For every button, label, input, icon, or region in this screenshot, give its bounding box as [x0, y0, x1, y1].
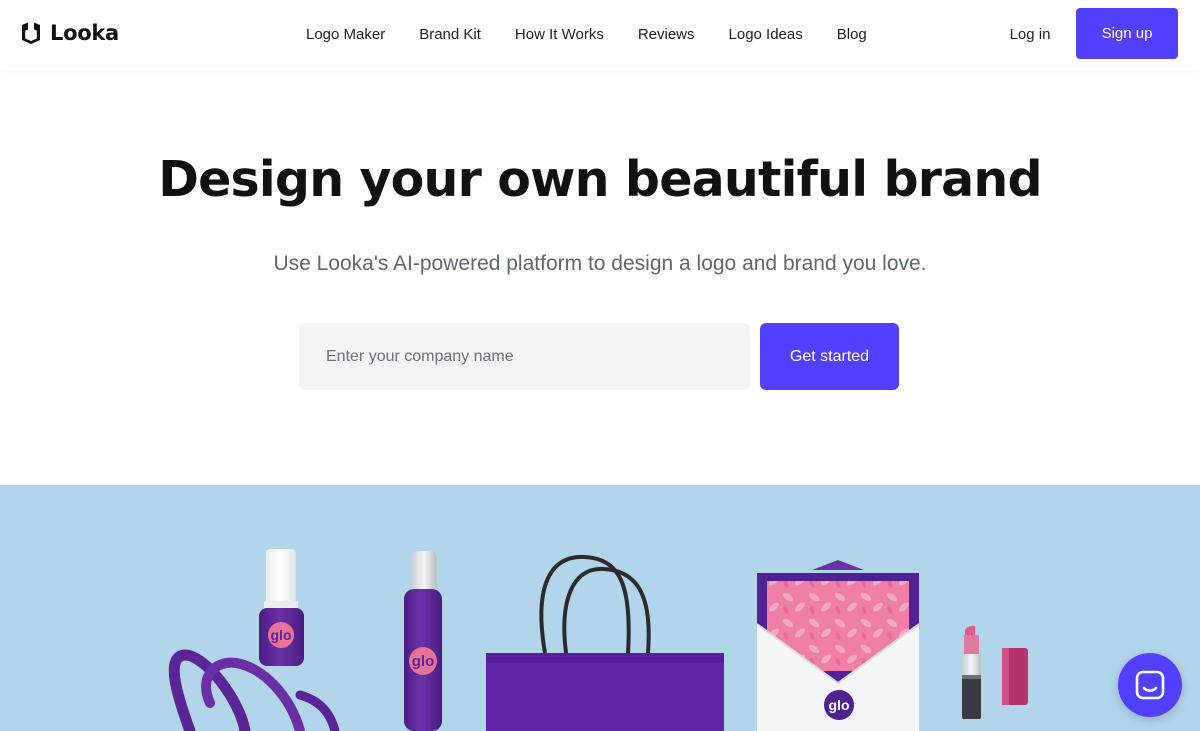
get-started-button[interactable]: Get started: [760, 323, 899, 390]
brand-logo-link[interactable]: Looka: [19, 19, 119, 47]
company-name-input[interactable]: [299, 323, 750, 390]
lipstick: [962, 625, 981, 719]
nav-item-blog[interactable]: Blog: [820, 26, 884, 43]
shopping-bag: [486, 554, 724, 731]
hero-title: Design your own beautiful brand: [158, 151, 1042, 208]
envelope-logo: glo: [829, 697, 850, 713]
nail-polish-logo: glo: [271, 627, 292, 643]
nav-item-reviews[interactable]: Reviews: [621, 26, 712, 43]
main-nav: Logo Maker Brand Kit How It Works Review…: [289, 0, 884, 68]
ribbon: [168, 649, 340, 731]
signup-button[interactable]: Sign up: [1076, 8, 1178, 59]
brand-name: Looka: [50, 21, 119, 45]
looka-logo-icon: [22, 22, 40, 44]
nav-item-logo-ideas[interactable]: Logo Ideas: [712, 26, 820, 43]
hero-subtitle: Use Looka's AI-powered platform to desig…: [273, 252, 927, 275]
chat-launcher-button[interactable]: [1118, 653, 1182, 717]
nail-polish: glo: [259, 549, 304, 666]
spray-bottle: glo: [404, 551, 442, 731]
lipstick-cap: [1002, 648, 1028, 705]
showcase-illustration: glo glo glo: [168, 549, 1028, 731]
nav-item-how-it-works[interactable]: How It Works: [498, 26, 621, 43]
envelope: glo: [756, 560, 920, 731]
login-link[interactable]: Log in: [996, 22, 1064, 46]
brand-showcase-image: glo glo glo: [0, 485, 1200, 731]
site-header: Looka Logo Maker Brand Kit How It Works …: [0, 0, 1200, 70]
spray-bottle-logo: glo: [412, 653, 435, 670]
chat-smile-icon: [1135, 670, 1165, 700]
nav-item-brand-kit[interactable]: Brand Kit: [402, 26, 498, 43]
nav-item-logo-maker[interactable]: Logo Maker: [289, 26, 402, 43]
